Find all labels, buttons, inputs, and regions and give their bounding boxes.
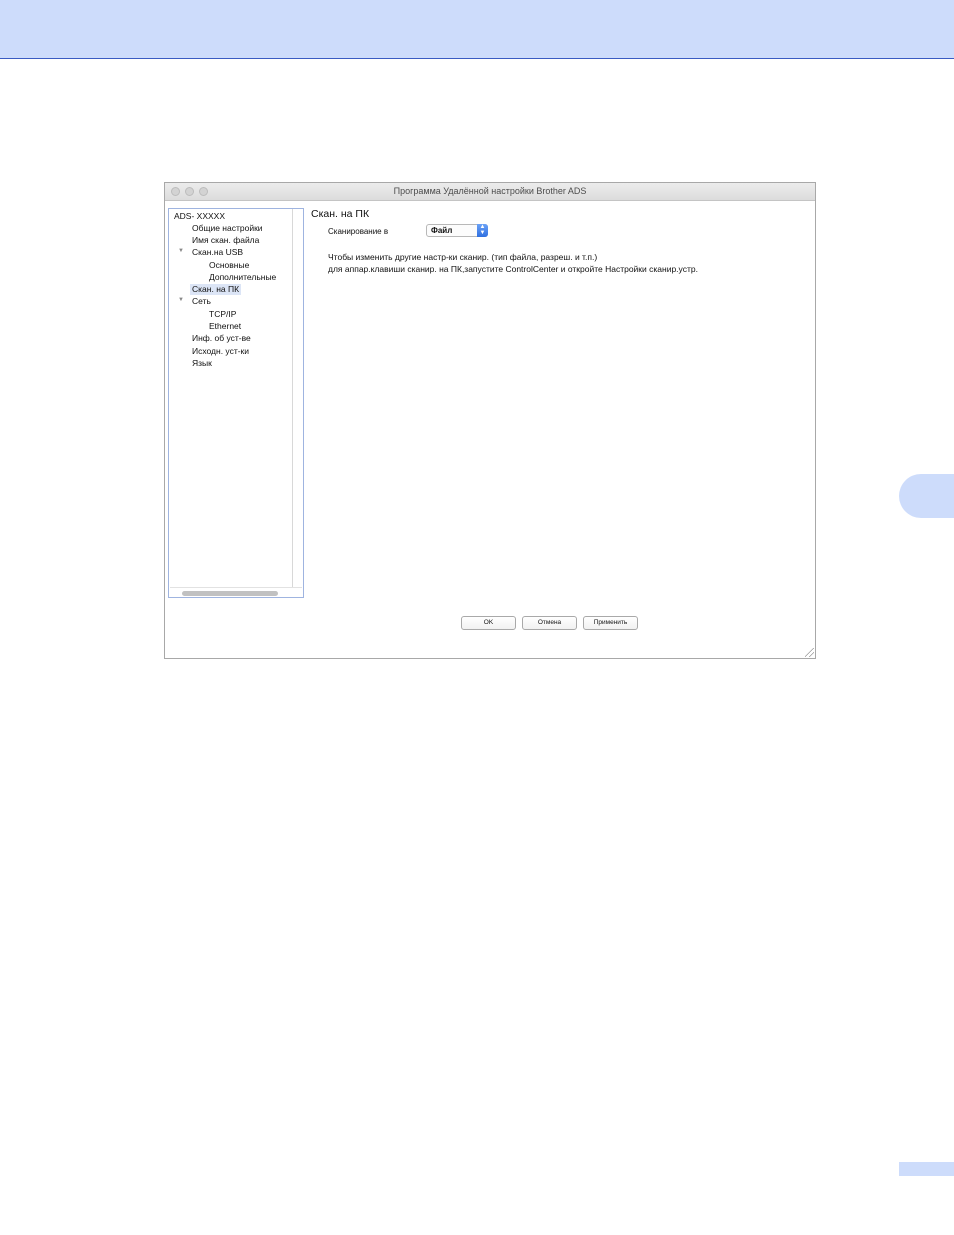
tree-item-defaults[interactable]: Исходн. уст-ки	[192, 346, 249, 357]
tree-item-scan-to-pc[interactable]: Скан. на ПК	[190, 284, 242, 295]
tree-item-language[interactable]: Язык	[192, 358, 212, 369]
window-titlebar[interactable]: Программа Удалённой настройки Brother AD…	[165, 183, 815, 201]
ok-button[interactable]: OK	[461, 616, 516, 630]
up-down-stepper-icon: ▲ ▼	[477, 224, 488, 237]
disclosure-triangle-icon[interactable]: ▼	[178, 295, 184, 306]
tree-item-advanced[interactable]: Дополнительные	[209, 272, 276, 283]
tree-item-basic[interactable]: Основные	[209, 260, 249, 271]
settings-tree[interactable]: ADS- XXXXX Общие настройки Имя скан. фай…	[168, 208, 304, 598]
tree-item-device[interactable]: ADS- XXXXX	[174, 211, 225, 222]
info-text-line-1: Чтобы изменить другие настр-ки сканир. (…	[328, 252, 598, 262]
page-number-tab	[899, 1162, 954, 1176]
chapter-tab	[899, 474, 954, 518]
tree-item-network[interactable]: Сеть	[192, 296, 211, 307]
window-title: Программа Удалённой настройки Brother AD…	[393, 186, 587, 196]
scan-to-label: Сканирование в	[328, 227, 389, 236]
page-header-band	[0, 0, 954, 59]
apply-button[interactable]: Применить	[583, 616, 638, 630]
tree-item-device-info[interactable]: Инф. об уст-ве	[192, 333, 251, 344]
cancel-button[interactable]: Отмена	[522, 616, 577, 630]
tree-item-tcpip[interactable]: TCP/IP	[209, 309, 236, 320]
scan-to-value: Файл	[431, 226, 453, 235]
remote-setup-window: Программа Удалённой настройки Brother AD…	[164, 182, 816, 659]
tree-item-scan-to-usb[interactable]: Скан.на USB	[192, 247, 243, 258]
tree-item-scan-file-name[interactable]: Имя скан. файла	[192, 235, 259, 246]
tree-item-general[interactable]: Общие настройки	[192, 223, 263, 234]
info-text-line-2: для аппар.клавиши сканир. на ПК,запустит…	[328, 264, 698, 274]
scrollbar-thumb[interactable]	[182, 591, 278, 596]
disclosure-triangle-icon[interactable]: ▼	[178, 246, 184, 257]
resize-grip-icon[interactable]	[805, 648, 814, 657]
horizontal-scrollbar[interactable]	[170, 587, 302, 597]
scan-to-select[interactable]: Файл ▲ ▼	[426, 224, 488, 237]
page-title: Скан. на ПК	[311, 208, 370, 220]
sidebar-divider	[292, 209, 293, 587]
tree-item-ethernet[interactable]: Ethernet	[209, 321, 241, 332]
